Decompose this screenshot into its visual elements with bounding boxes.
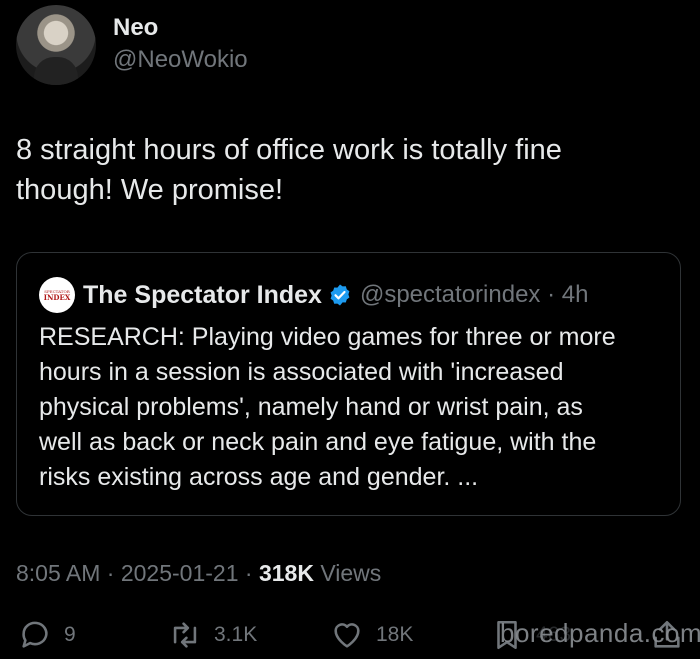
- tweet-date[interactable]: 2025-01-21: [121, 560, 239, 586]
- tweet-time[interactable]: 8:05 AM: [16, 560, 100, 586]
- repost-count: 3.1K: [214, 623, 258, 646]
- views-count: 318K: [258, 560, 314, 586]
- repost-button[interactable]: 3.1K: [168, 618, 257, 652]
- quoted-text-line: well as back or neck pain and eye fatigu…: [39, 428, 597, 456]
- tweet-header: Neo @NeoWokio: [16, 5, 248, 85]
- quoted-text-line: risks existing across age and gender. ..…: [39, 463, 479, 491]
- reply-count: 9: [64, 623, 76, 646]
- reply-icon: [22, 621, 48, 648]
- author-handle[interactable]: @NeoWokio: [113, 43, 248, 77]
- author-info: Neo @NeoWokio: [113, 13, 248, 77]
- quoted-tweet[interactable]: SPECTATOR INDEX The Spectator Index @spe…: [16, 252, 681, 516]
- tweet-text-line: though! We promise!: [16, 174, 284, 206]
- heart-icon: [334, 623, 360, 648]
- views-label: Views: [320, 560, 382, 586]
- tweet-text: 8 straight hours of office work is total…: [16, 130, 676, 210]
- quoted-tweet-header: SPECTATOR INDEX The Spectator Index @spe…: [39, 277, 588, 313]
- author-name[interactable]: Neo: [113, 13, 248, 43]
- boredpanda-watermark: boredpanda.com: [500, 618, 700, 648]
- like-button[interactable]: 18K: [330, 618, 413, 652]
- quoted-text-line: RESEARCH: Playing video games for three …: [39, 323, 616, 351]
- verified-badge-icon: [330, 284, 350, 306]
- avatar[interactable]: [16, 5, 96, 85]
- spectator-index-logo[interactable]: SPECTATOR INDEX: [39, 277, 75, 313]
- reply-button[interactable]: 9: [18, 618, 76, 652]
- quoted-text-line: physical problems', namely hand or wrist…: [39, 393, 583, 421]
- quoted-text-line: hours in a session is associated with 'i…: [39, 358, 564, 386]
- quoted-time: 4h: [561, 281, 589, 308]
- tweet-text-line: 8 straight hours of office work is total…: [16, 134, 562, 166]
- quoted-tweet-text: RESEARCH: Playing video games for three …: [39, 320, 659, 495]
- quoted-author-handle[interactable]: @spectatorindex · 4h: [360, 281, 589, 309]
- quoted-author-name[interactable]: The Spectator Index: [83, 281, 322, 310]
- repost-icon: [173, 622, 197, 648]
- like-count: 18K: [376, 623, 414, 646]
- tweet-meta: 8:05 AM · 2025-01-21 · 318K Views: [16, 560, 382, 586]
